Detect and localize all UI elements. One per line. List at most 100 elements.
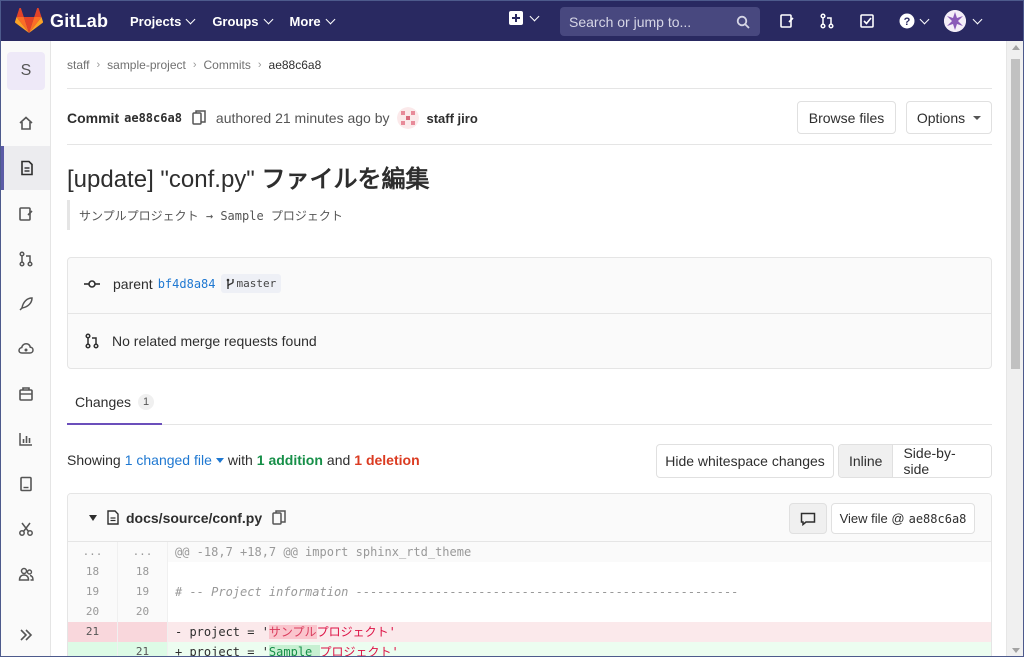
new-line-number[interactable]: ... bbox=[118, 542, 168, 562]
collapse-file-icon[interactable] bbox=[89, 514, 97, 521]
todo-check-icon bbox=[860, 14, 874, 28]
new-line-number[interactable]: 19 bbox=[118, 582, 168, 602]
new-line-number[interactable]: 20 bbox=[118, 602, 168, 622]
diff-line: 20 20 bbox=[68, 602, 991, 622]
side-by-side-view-button[interactable]: Side-by-side bbox=[893, 445, 991, 477]
copy-icon[interactable] bbox=[192, 110, 206, 126]
breadcrumb-staff[interactable]: staff bbox=[67, 58, 89, 72]
new-line-number[interactable]: 18 bbox=[118, 562, 168, 582]
old-line-number[interactable]: 18 bbox=[68, 562, 118, 582]
nav-more[interactable]: More bbox=[289, 13, 336, 29]
old-line-number[interactable]: 20 bbox=[68, 602, 118, 622]
sidebar-item-project[interactable] bbox=[1, 101, 50, 145]
page-scrollbar[interactable] bbox=[1006, 41, 1023, 656]
sidebar-item-packages[interactable] bbox=[1, 372, 50, 416]
options-label: Options bbox=[916, 109, 966, 126]
breadcrumb-commits[interactable]: Commits bbox=[204, 58, 251, 72]
diff-code-rest: プロジェクト' bbox=[319, 645, 399, 657]
browser-frame: GitLab Projects Groups More ? bbox=[0, 0, 1024, 657]
gitlab-brand[interactable]: GitLab bbox=[15, 8, 115, 34]
repository-icon bbox=[21, 160, 33, 176]
commit-label: Commit bbox=[67, 110, 120, 126]
sidebar-item-issues[interactable] bbox=[1, 192, 50, 236]
diff-line-deleted: 21 - project = 'サンプルプロジェクト' bbox=[68, 622, 991, 642]
sidebar-item-wiki[interactable] bbox=[1, 462, 50, 506]
sidebar-item-snippets[interactable] bbox=[1, 507, 50, 551]
help-icon: ? bbox=[899, 13, 914, 29]
hide-whitespace-button[interactable]: Hide whitespace changes bbox=[656, 444, 834, 478]
search-icon bbox=[736, 15, 750, 29]
options-dropdown[interactable]: Options bbox=[906, 101, 992, 134]
scroll-up-arrow-icon[interactable] bbox=[1012, 45, 1020, 50]
diff-line: 18 18 bbox=[68, 562, 991, 582]
sidebar-item-repository[interactable] bbox=[1, 146, 50, 190]
deletions-count: 1 deletion bbox=[354, 452, 420, 468]
sidebar-item-merge-requests[interactable] bbox=[1, 237, 50, 281]
breadcrumb-commit-sha[interactable]: ae88c6a8 bbox=[269, 58, 322, 72]
chevron-down-icon bbox=[919, 14, 929, 24]
divider bbox=[67, 88, 992, 89]
stats-with: with bbox=[227, 452, 253, 468]
breadcrumb-project[interactable]: sample-project bbox=[107, 58, 186, 72]
old-line-number[interactable] bbox=[68, 642, 118, 656]
project-avatar[interactable]: S bbox=[7, 52, 45, 90]
avatar[interactable] bbox=[396, 107, 419, 129]
breadcrumb: staff › sample-project › Commits › ae88c… bbox=[67, 58, 321, 72]
commit-tabs: Changes 1 bbox=[67, 381, 992, 425]
new-line-number[interactable]: 21 bbox=[118, 642, 168, 656]
parent-sha-link[interactable]: bf4d8a84 bbox=[158, 277, 216, 291]
file-path[interactable]: docs/source/conf.py bbox=[126, 510, 262, 526]
sidebar-item-ci-cd[interactable] bbox=[1, 282, 50, 326]
users-icon bbox=[18, 567, 34, 581]
sidebar-item-analytics[interactable] bbox=[1, 417, 50, 461]
nav-projects[interactable]: Projects bbox=[130, 14, 196, 29]
browse-files-button[interactable]: Browse files bbox=[797, 101, 896, 134]
todo-issues-icon bbox=[780, 14, 794, 28]
chart-icon bbox=[18, 433, 32, 446]
merge-requests-nav-link[interactable] bbox=[816, 10, 838, 32]
cloud-gear-icon bbox=[17, 343, 34, 354]
help-dropdown[interactable]: ? bbox=[896, 10, 930, 32]
stats-showing: Showing bbox=[67, 452, 121, 468]
home-icon bbox=[18, 116, 33, 130]
nav-groups[interactable]: Groups bbox=[212, 13, 273, 29]
view-file-button[interactable]: View file @ ae88c6a8 bbox=[831, 503, 975, 534]
scroll-down-arrow-icon[interactable] bbox=[1012, 648, 1020, 653]
sidebar-item-members[interactable] bbox=[1, 552, 50, 596]
copy-icon[interactable] bbox=[272, 509, 286, 526]
old-line-number[interactable]: 21 bbox=[68, 622, 118, 642]
author-name[interactable]: staff jiro bbox=[427, 111, 478, 126]
toggle-comments-button[interactable] bbox=[789, 503, 827, 534]
nav-more-label: More bbox=[289, 13, 321, 29]
changed-files-dropdown[interactable]: 1 changed file bbox=[125, 452, 224, 468]
diff-added-word: Sample bbox=[268, 645, 320, 657]
tab-changes[interactable]: Changes 1 bbox=[67, 381, 163, 425]
branch-name: master bbox=[236, 277, 277, 290]
diff-code: - project = 'サンプルプロジェクト' bbox=[168, 622, 991, 642]
tab-changes-count: 1 bbox=[138, 394, 155, 410]
scrollbar-thumb[interactable] bbox=[1011, 59, 1020, 369]
old-line-number[interactable]: ... bbox=[68, 542, 118, 562]
branch-badge[interactable]: master bbox=[220, 274, 282, 293]
merge-request-row: No related merge requests found bbox=[84, 333, 317, 349]
divider bbox=[68, 313, 991, 314]
scissors-icon bbox=[18, 522, 33, 536]
new-item-dropdown[interactable] bbox=[509, 11, 540, 25]
user-menu[interactable] bbox=[944, 10, 983, 32]
diff-file: docs/source/conf.py View file @ ae88c6a8 … bbox=[67, 493, 992, 657]
inline-view-button[interactable]: Inline bbox=[839, 445, 894, 477]
new-line-number[interactable] bbox=[118, 622, 168, 642]
todos-nav-link[interactable] bbox=[856, 10, 878, 32]
chevron-right-icon: › bbox=[192, 59, 197, 71]
issues-icon bbox=[18, 207, 33, 221]
nav-groups-label: Groups bbox=[212, 13, 259, 29]
old-line-number[interactable]: 19 bbox=[68, 582, 118, 602]
changed-files-label: 1 changed file bbox=[124, 452, 212, 468]
chevron-right-icon: › bbox=[257, 59, 262, 71]
issues-nav-link[interactable] bbox=[776, 10, 798, 32]
chevron-down-icon bbox=[529, 11, 540, 21]
sidebar-item-operations[interactable] bbox=[1, 327, 50, 371]
sidebar-collapse-button[interactable] bbox=[1, 613, 50, 656]
view-file-sha: ae88c6a8 bbox=[908, 511, 967, 526]
search-input[interactable] bbox=[569, 13, 734, 30]
